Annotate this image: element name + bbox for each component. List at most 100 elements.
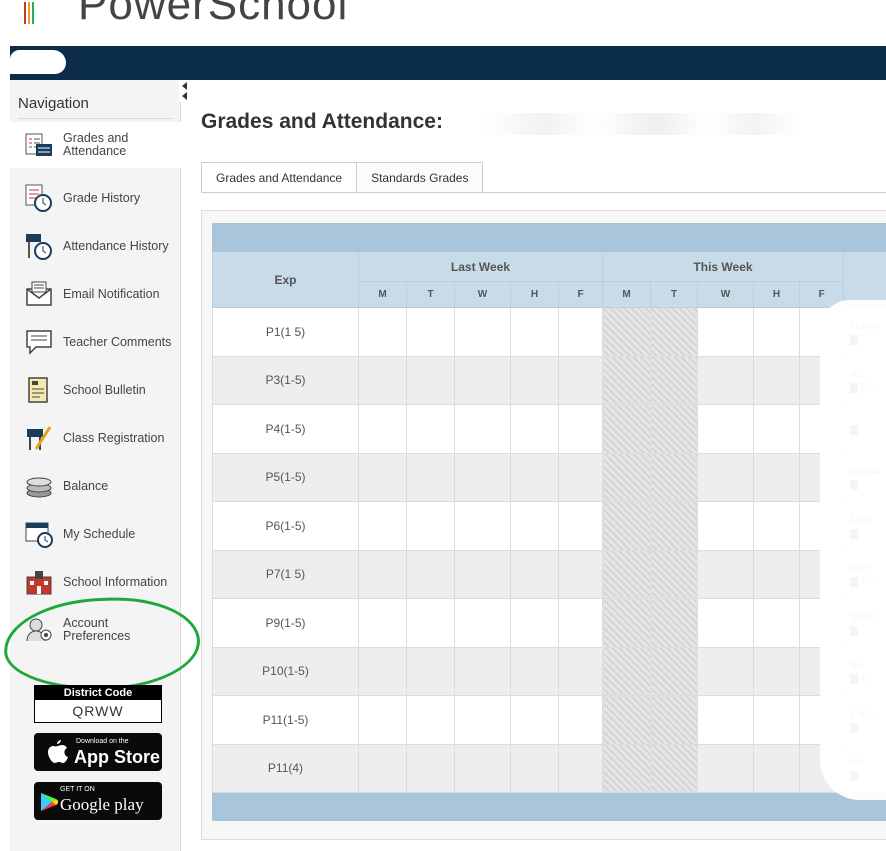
sidebar-item-balance[interactable]: Balance bbox=[10, 463, 181, 509]
sidebar-item-grade-history[interactable]: Grade History bbox=[10, 175, 181, 221]
attendance-cell[interactable] bbox=[753, 598, 800, 648]
attendance-cell[interactable] bbox=[406, 549, 455, 599]
attendance-cell[interactable] bbox=[753, 549, 800, 599]
attendance-cell[interactable] bbox=[697, 452, 754, 502]
attendance-cell[interactable] bbox=[602, 404, 651, 454]
attendance-cell[interactable] bbox=[753, 355, 800, 405]
attendance-cell[interactable] bbox=[650, 549, 698, 599]
column-header-exp[interactable]: Exp bbox=[212, 251, 359, 308]
attendance-cell[interactable] bbox=[406, 452, 455, 502]
attendance-cell[interactable] bbox=[510, 695, 559, 745]
attendance-cell[interactable] bbox=[697, 355, 754, 405]
attendance-cell[interactable] bbox=[650, 646, 698, 696]
sidebar-item-my-schedule[interactable]: My Schedule bbox=[10, 511, 181, 557]
attendance-cell[interactable] bbox=[602, 549, 651, 599]
attendance-cell[interactable] bbox=[454, 452, 511, 502]
attendance-cell[interactable] bbox=[697, 307, 754, 357]
attendance-cell[interactable] bbox=[650, 404, 698, 454]
attendance-cell[interactable] bbox=[454, 404, 511, 454]
attendance-cell[interactable] bbox=[454, 355, 511, 405]
attendance-cell[interactable] bbox=[406, 695, 455, 745]
sidebar-item-teacher-comments[interactable]: Teacher Comments bbox=[10, 319, 181, 365]
attendance-cell[interactable] bbox=[753, 501, 800, 551]
attendance-cell[interactable] bbox=[510, 404, 559, 454]
attendance-cell[interactable] bbox=[510, 549, 559, 599]
attendance-cell[interactable] bbox=[454, 549, 511, 599]
attendance-cell[interactable] bbox=[558, 307, 603, 357]
tab-grades-attendance[interactable]: Grades and Attendance bbox=[201, 162, 358, 193]
sidebar-item-grades-attendance[interactable]: Grades and Attendance bbox=[10, 122, 181, 168]
attendance-cell[interactable] bbox=[558, 549, 603, 599]
attendance-cell[interactable] bbox=[358, 501, 407, 551]
attendance-cell[interactable] bbox=[406, 598, 455, 648]
attendance-cell[interactable] bbox=[454, 743, 511, 793]
attendance-cell[interactable] bbox=[358, 598, 407, 648]
attendance-cell[interactable] bbox=[650, 743, 698, 793]
attendance-cell[interactable] bbox=[697, 646, 754, 696]
attendance-cell[interactable] bbox=[753, 404, 800, 454]
attendance-cell[interactable] bbox=[406, 646, 455, 696]
attendance-cell[interactable] bbox=[510, 743, 559, 793]
attendance-cell[interactable] bbox=[406, 501, 455, 551]
attendance-cell[interactable] bbox=[753, 695, 800, 745]
attendance-cell[interactable] bbox=[558, 646, 603, 696]
attendance-cell[interactable] bbox=[454, 695, 511, 745]
attendance-cell[interactable] bbox=[454, 501, 511, 551]
attendance-cell[interactable] bbox=[650, 501, 698, 551]
attendance-cell[interactable] bbox=[358, 646, 407, 696]
attendance-cell[interactable] bbox=[753, 307, 800, 357]
attendance-cell[interactable] bbox=[358, 404, 407, 454]
sidebar-item-email-notification[interactable]: Email Notification bbox=[10, 271, 181, 317]
sidebar-item-attendance-history[interactable]: Attendance History bbox=[10, 223, 181, 269]
attendance-cell[interactable] bbox=[454, 646, 511, 696]
app-store-button[interactable]: Download on the App Store bbox=[34, 733, 162, 771]
attendance-cell[interactable] bbox=[602, 355, 651, 405]
attendance-cell[interactable] bbox=[510, 452, 559, 502]
attendance-cell[interactable] bbox=[650, 695, 698, 745]
sidebar-item-school-bulletin[interactable]: School Bulletin bbox=[10, 367, 181, 413]
attendance-cell[interactable] bbox=[753, 646, 800, 696]
attendance-cell[interactable] bbox=[510, 646, 559, 696]
attendance-cell[interactable] bbox=[650, 355, 698, 405]
attendance-cell[interactable] bbox=[358, 549, 407, 599]
attendance-cell[interactable] bbox=[454, 307, 511, 357]
attendance-cell[interactable] bbox=[406, 307, 455, 357]
attendance-cell[interactable] bbox=[602, 501, 651, 551]
attendance-cell[interactable] bbox=[697, 501, 754, 551]
home-tab-pill[interactable] bbox=[10, 50, 66, 74]
attendance-cell[interactable] bbox=[358, 307, 407, 357]
attendance-cell[interactable] bbox=[602, 743, 651, 793]
attendance-cell[interactable] bbox=[697, 404, 754, 454]
attendance-cell[interactable] bbox=[358, 695, 407, 745]
attendance-cell[interactable] bbox=[558, 452, 603, 502]
sidebar-item-class-registration[interactable]: Class Registration bbox=[10, 415, 181, 461]
attendance-cell[interactable] bbox=[558, 695, 603, 745]
attendance-cell[interactable] bbox=[406, 404, 455, 454]
attendance-cell[interactable] bbox=[454, 598, 511, 648]
attendance-cell[interactable] bbox=[697, 695, 754, 745]
attendance-cell[interactable] bbox=[558, 501, 603, 551]
attendance-cell[interactable] bbox=[602, 307, 651, 357]
attendance-cell[interactable] bbox=[558, 598, 603, 648]
attendance-cell[interactable] bbox=[650, 598, 698, 648]
attendance-cell[interactable] bbox=[697, 743, 754, 793]
attendance-cell[interactable] bbox=[510, 355, 559, 405]
attendance-cell[interactable] bbox=[358, 743, 407, 793]
google-play-button[interactable]: GET IT ON Google play bbox=[34, 782, 162, 820]
attendance-cell[interactable] bbox=[558, 743, 603, 793]
attendance-cell[interactable] bbox=[753, 743, 800, 793]
attendance-cell[interactable] bbox=[358, 452, 407, 502]
attendance-cell[interactable] bbox=[510, 598, 559, 648]
attendance-cell[interactable] bbox=[510, 501, 559, 551]
tab-standards-grades[interactable]: Standards Grades bbox=[357, 162, 484, 193]
attendance-cell[interactable] bbox=[602, 452, 651, 502]
attendance-cell[interactable] bbox=[510, 307, 559, 357]
attendance-cell[interactable] bbox=[650, 307, 698, 357]
attendance-cell[interactable] bbox=[406, 743, 455, 793]
attendance-cell[interactable] bbox=[753, 452, 800, 502]
attendance-cell[interactable] bbox=[697, 598, 754, 648]
sidebar-collapse-toggle[interactable] bbox=[179, 80, 189, 102]
attendance-cell[interactable] bbox=[558, 355, 603, 405]
attendance-cell[interactable] bbox=[697, 549, 754, 599]
logo-text[interactable]: PowerSchool bbox=[78, 0, 348, 30]
